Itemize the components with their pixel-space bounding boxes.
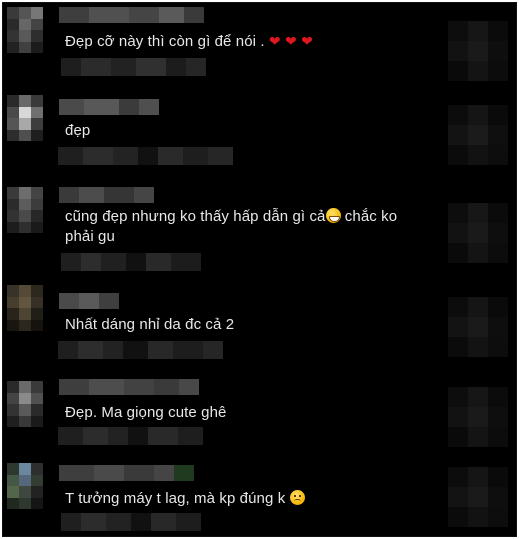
comments-panel: Đẹp cỡ này thì còn gì để nói . ❤ ❤ ❤ đẹp… [2, 2, 517, 537]
heart-icon: ❤ [285, 33, 297, 49]
like-button-blurred[interactable] [448, 467, 508, 527]
comment-text: cũng đẹp nhưng ko thấy hấp dẫn gì cả chắ… [65, 208, 398, 245]
comment-item: Nhất dáng nhỉ da đc cả 2 [3, 283, 516, 375]
avatar[interactable] [7, 381, 43, 427]
like-button-blurred[interactable] [448, 21, 508, 81]
comment-meta-blurred[interactable] [61, 513, 201, 531]
avatar[interactable] [7, 95, 43, 141]
comment-meta-blurred[interactable] [58, 427, 203, 445]
comment-text: đẹp [65, 122, 91, 139]
comment-meta-blurred[interactable] [58, 147, 233, 165]
comment-item: cũng đẹp nhưng ko thấy hấp dẫn gì cả chắ… [3, 185, 516, 283]
username-blurred[interactable] [59, 99, 159, 115]
sad-face-icon [289, 490, 305, 505]
like-button-blurred[interactable] [448, 387, 508, 447]
comment-item: T tưởng máy t lag, mà kp đúng k [3, 461, 516, 536]
username-blurred[interactable] [59, 465, 194, 481]
like-button-blurred[interactable] [448, 297, 508, 357]
avatar[interactable] [7, 463, 43, 509]
avatar[interactable] [7, 285, 43, 331]
heart-icon: ❤ [268, 33, 281, 49]
comment-meta-blurred[interactable] [61, 253, 201, 271]
comment-meta-blurred[interactable] [61, 58, 206, 76]
comment-item: Đẹp. Ma giọng cute ghê [3, 375, 516, 461]
username-blurred[interactable] [59, 293, 119, 309]
grinning-face-icon [325, 208, 341, 223]
comment-text: Đẹp. Ma giọng cute ghê [65, 404, 227, 421]
avatar[interactable] [7, 7, 43, 53]
comment-meta-blurred[interactable] [58, 341, 223, 359]
username-blurred[interactable] [59, 187, 154, 203]
comment-text: Nhất dáng nhỉ da đc cả 2 [65, 316, 235, 333]
comment-item: đẹp [3, 89, 516, 185]
username-blurred[interactable] [59, 7, 204, 23]
comment-text: Đẹp cỡ này thì còn gì để nói . ❤ ❤ ❤ [65, 33, 313, 50]
avatar[interactable] [7, 187, 43, 233]
comment-item: Đẹp cỡ này thì còn gì để nói . ❤ ❤ ❤ [3, 3, 516, 89]
like-button-blurred[interactable] [448, 105, 508, 165]
username-blurred[interactable] [59, 379, 199, 395]
comment-text: T tưởng máy t lag, mà kp đúng k [65, 489, 445, 509]
like-button-blurred[interactable] [448, 203, 508, 263]
heart-icon: ❤ [301, 33, 313, 49]
